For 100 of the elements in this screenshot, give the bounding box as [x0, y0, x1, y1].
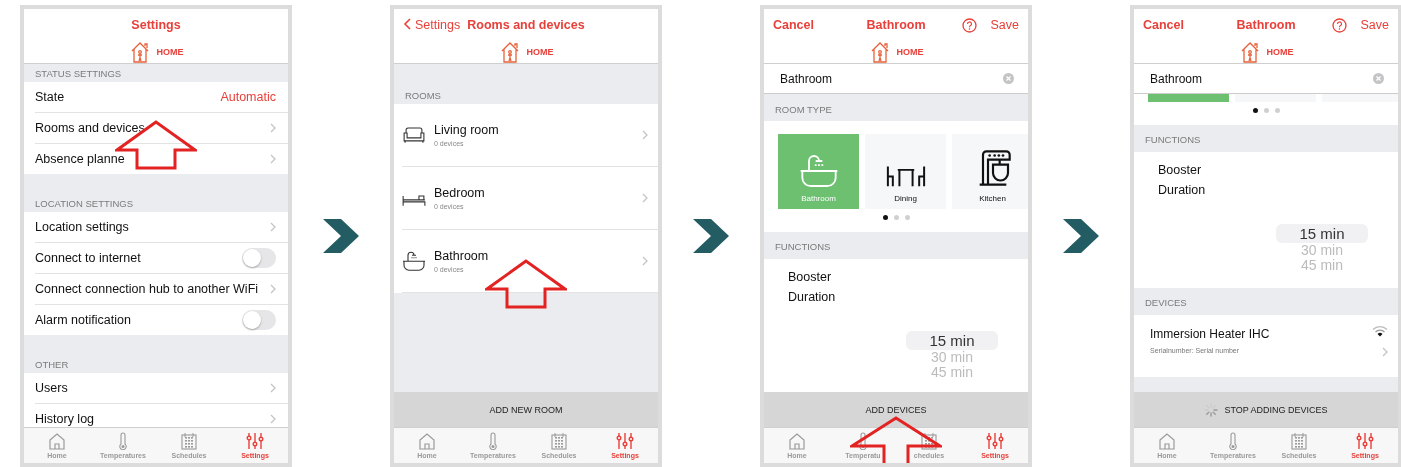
back-chevron-icon	[403, 18, 411, 30]
room-type-tile[interactable]	[1235, 94, 1316, 102]
calendar-icon	[921, 432, 937, 450]
sliders-icon	[1356, 432, 1374, 450]
home-label: HOME	[526, 47, 554, 57]
row-label: Rooms and devices	[35, 121, 146, 135]
page-dot[interactable]	[882, 215, 888, 220]
thermometer-icon	[1228, 432, 1238, 450]
settings-row[interactable]: Rooms and devices	[35, 113, 288, 144]
row-label: Connect to internet	[35, 251, 142, 265]
chevron-right-icon	[642, 193, 648, 203]
function-label: Booster Duration	[788, 269, 837, 306]
chevron-right-icon	[270, 154, 276, 164]
room-type-tile[interactable]	[1322, 94, 1398, 102]
cancel-button[interactable]: Cancel	[1143, 18, 1184, 32]
room-name-field[interactable]: Bathroom	[764, 64, 1028, 94]
help-icon[interactable]	[1331, 17, 1347, 33]
settings-row[interactable]: History log	[35, 404, 288, 427]
page-dot[interactable]	[904, 215, 910, 220]
home-icon	[1158, 432, 1176, 450]
settings-row[interactable]: Location settings	[35, 212, 288, 243]
picker-option[interactable]: 15 min	[906, 331, 998, 350]
settings-row[interactable]: State Automatic	[35, 82, 288, 113]
sliders-icon	[616, 432, 634, 450]
picker-option[interactable]: 15 min	[1276, 224, 1368, 243]
sliders-icon	[246, 432, 264, 450]
home-icon	[788, 432, 806, 450]
thermometer-icon	[118, 432, 128, 450]
home-label: HOME	[896, 47, 924, 57]
home-icon	[48, 432, 66, 450]
chevron-right-icon	[270, 383, 276, 393]
screen-title: Bathroom	[1236, 18, 1296, 32]
section-header: FUNCTIONS	[1144, 133, 1202, 147]
clear-icon[interactable]	[1373, 73, 1384, 84]
screen-title: Bathroom	[866, 18, 926, 32]
section-header: OTHER	[34, 358, 70, 372]
sliders-icon	[986, 432, 1004, 450]
row-value: Automatic	[220, 90, 276, 104]
room-type-label: Kitchen	[979, 194, 1006, 203]
settings-row[interactable]: Alarm notification	[35, 305, 288, 335]
save-button[interactable]: Save	[990, 18, 1019, 32]
bathtub-icon	[798, 154, 839, 188]
bottom-action-button[interactable]: STOP ADDING DEVICES	[1134, 392, 1398, 427]
bottom-action-button[interactable]: ADD NEW ROOM	[394, 392, 658, 427]
row-label: Connect connection hub to another WiFi	[35, 282, 260, 296]
next-step-chevron-icon	[323, 219, 359, 253]
room-name-field[interactable]: Bathroom	[1134, 64, 1398, 94]
help-icon[interactable]	[961, 17, 977, 33]
row-label: Alarm notification	[35, 313, 132, 327]
toggle-switch[interactable]	[242, 310, 276, 330]
home-icon	[418, 432, 436, 450]
function-label: Booster Duration	[1158, 162, 1207, 199]
duration-picker[interactable]: 15 min 30 min 45 min	[1276, 224, 1368, 273]
save-button[interactable]: Save	[1360, 18, 1389, 32]
thermometer-icon	[488, 432, 498, 450]
room-type-tile[interactable]: Bathroom	[778, 134, 859, 209]
room-type-label: Bathroom	[801, 194, 836, 203]
settings-row[interactable]: Absence planne	[35, 144, 288, 174]
chevron-right-icon	[270, 284, 276, 294]
settings-row[interactable]: Users	[35, 373, 288, 404]
room-type-tile[interactable]: Dining	[865, 134, 946, 209]
room-type-tile[interactable]: Kitchen	[952, 134, 1028, 209]
chevron-right-icon	[642, 256, 648, 266]
chevron-right-icon	[642, 130, 648, 140]
home-label: HOME	[156, 47, 184, 57]
room-type-tile[interactable]	[1148, 94, 1229, 102]
bathtub-icon	[402, 250, 426, 272]
section-header: STATUS SETTINGS	[34, 67, 123, 81]
duration-picker[interactable]: 15 min 30 min 45 min	[906, 331, 998, 380]
back-button[interactable]: Settings	[403, 18, 461, 32]
calendar-icon	[1291, 432, 1307, 450]
page-dot[interactable]	[1274, 108, 1280, 113]
room-name: Bathroom	[434, 249, 490, 263]
page-dot[interactable]	[1252, 108, 1258, 113]
section-header: LOCATION SETTINGS	[34, 197, 134, 211]
section-header: ROOM TYPE	[774, 103, 833, 117]
screen-title: Rooms and devices	[467, 18, 585, 32]
bottom-action-button[interactable]: ADD DEVICES	[764, 392, 1028, 427]
settings-row[interactable]: Connect connection hub to another WiFi	[35, 274, 288, 305]
device-name: Immersion Heater IHC	[1150, 327, 1271, 341]
home-label: HOME	[1266, 47, 1294, 57]
row-label: Location settings	[35, 220, 130, 234]
chevron-right-icon	[1382, 347, 1388, 357]
cancel-button[interactable]: Cancel	[773, 18, 814, 32]
settings-row[interactable]: Connect to internet	[35, 243, 288, 274]
chevron-right-icon	[270, 222, 276, 232]
row-label: State	[35, 90, 66, 104]
sofa-icon	[402, 126, 426, 144]
page-dot[interactable]	[1263, 108, 1269, 113]
chevron-right-icon	[270, 414, 276, 424]
clear-icon[interactable]	[1003, 73, 1014, 84]
toggle-switch[interactable]	[242, 248, 276, 268]
calendar-icon	[181, 432, 197, 450]
section-header: FUNCTIONS	[774, 240, 832, 254]
room-name: Living room	[434, 123, 500, 137]
room-name: Bedroom	[434, 186, 486, 200]
wifi-icon	[1372, 325, 1388, 337]
row-label: Absence planne	[35, 152, 126, 166]
screen-title: Settings	[131, 18, 181, 32]
page-dot[interactable]	[893, 215, 899, 220]
